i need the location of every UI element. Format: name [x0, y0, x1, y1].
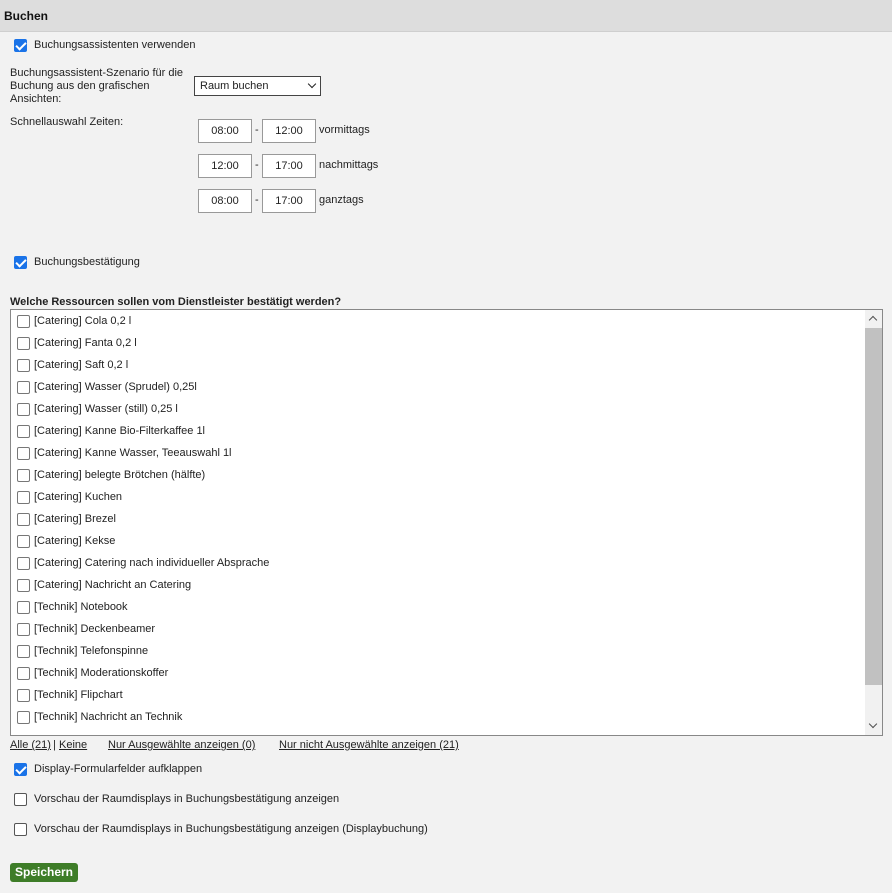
- section-header: Buchen: [0, 0, 892, 32]
- scenario-selected-value: Raum buchen: [200, 80, 269, 92]
- quick-times-label: Schnellauswahl Zeiten:: [10, 116, 124, 128]
- resource-checkbox[interactable]: [17, 337, 30, 350]
- scenario-label-line-2: Buchung aus den grafischen: [10, 80, 150, 92]
- resources-question: Welche Ressourcen sollen vom Dienstleist…: [10, 296, 342, 308]
- preview-label: Vorschau der Raumdisplays in Buchungsbes…: [34, 793, 340, 805]
- preview-displaybooking-label: Vorschau der Raumdisplays in Buchungsbes…: [34, 823, 428, 835]
- resource-checkbox[interactable]: [17, 535, 30, 548]
- resource-checkbox[interactable]: [17, 579, 30, 592]
- confirmation-checkbox[interactable]: [14, 256, 27, 269]
- quick-time-1-to[interactable]: 12:00: [262, 119, 316, 143]
- list-scrollbar[interactable]: [865, 310, 882, 735]
- section-title: Buchen: [4, 9, 49, 23]
- resource-checkbox[interactable]: [17, 623, 30, 636]
- resource-checkbox[interactable]: [17, 469, 30, 482]
- preview-checkbox[interactable]: [14, 793, 27, 806]
- wizard-label: Buchungsassistenten verwenden: [34, 39, 196, 51]
- resource-checkbox[interactable]: [17, 381, 30, 394]
- resource-checkbox[interactable]: [17, 315, 30, 328]
- preview-displaybooking-checkbox[interactable]: [14, 823, 27, 836]
- resource-checkbox[interactable]: [17, 557, 30, 570]
- resource-checkbox[interactable]: [17, 689, 30, 702]
- resource-checkbox[interactable]: [17, 491, 30, 504]
- quick-time-1-from[interactable]: 08:00: [198, 119, 252, 143]
- scenario-label-line-3: Ansichten:: [10, 93, 62, 105]
- confirmation-label: Buchungsbestätigung: [34, 256, 140, 268]
- resource-checkbox[interactable]: [17, 711, 30, 724]
- quick-time-3-dash: -: [255, 194, 259, 206]
- select-none-link[interactable]: Keine: [59, 739, 87, 751]
- chevron-down-icon: [307, 79, 317, 89]
- resource-checkbox[interactable]: [17, 403, 30, 416]
- show-selected-link[interactable]: Nur Ausgewählte anzeigen (0): [108, 739, 255, 751]
- scenario-select[interactable]: Raum buchen: [194, 76, 321, 96]
- resource-checkbox[interactable]: [17, 447, 30, 460]
- resource-checkbox[interactable]: [17, 601, 30, 614]
- show-unselected-link[interactable]: Nur nicht Ausgewählte anzeigen (21): [279, 739, 459, 751]
- scroll-down-arrow-icon[interactable]: [868, 719, 878, 729]
- resource-checkbox[interactable]: [17, 425, 30, 438]
- scroll-up-arrow-icon[interactable]: [868, 315, 878, 325]
- quick-time-3-to[interactable]: 17:00: [262, 189, 316, 213]
- quick-time-2-from[interactable]: 12:00: [198, 154, 252, 178]
- resource-checkbox[interactable]: [17, 645, 30, 658]
- resources-list[interactable]: [Catering] Cola 0,2 l [Catering] Fanta 0…: [10, 309, 883, 736]
- resource-checkbox[interactable]: [17, 359, 30, 372]
- select-all-link[interactable]: Alle (21): [10, 739, 51, 751]
- wizard-checkbox[interactable]: [14, 39, 27, 52]
- save-button[interactable]: Speichern: [10, 863, 78, 882]
- scenario-label-line-1: Buchungsassistent-Szenario für die: [10, 67, 184, 79]
- resource-checkbox[interactable]: [17, 513, 30, 526]
- display-fields-checkbox[interactable]: [14, 763, 27, 776]
- quick-time-1-dash: -: [255, 124, 259, 136]
- quick-time-2-to[interactable]: 17:00: [262, 154, 316, 178]
- quick-time-1-name: vormittags: [319, 124, 370, 136]
- scrollbar-thumb[interactable]: [865, 328, 882, 685]
- quick-time-2-dash: -: [255, 159, 259, 171]
- quick-time-2-name: nachmittags: [319, 159, 379, 171]
- filter-separator: |: [53, 739, 56, 751]
- quick-time-3-from[interactable]: 08:00: [198, 189, 252, 213]
- display-fields-label: Display-Formularfelder aufklappen: [34, 763, 203, 775]
- quick-time-3-name: ganztags: [319, 194, 364, 206]
- resource-checkbox[interactable]: [17, 667, 30, 680]
